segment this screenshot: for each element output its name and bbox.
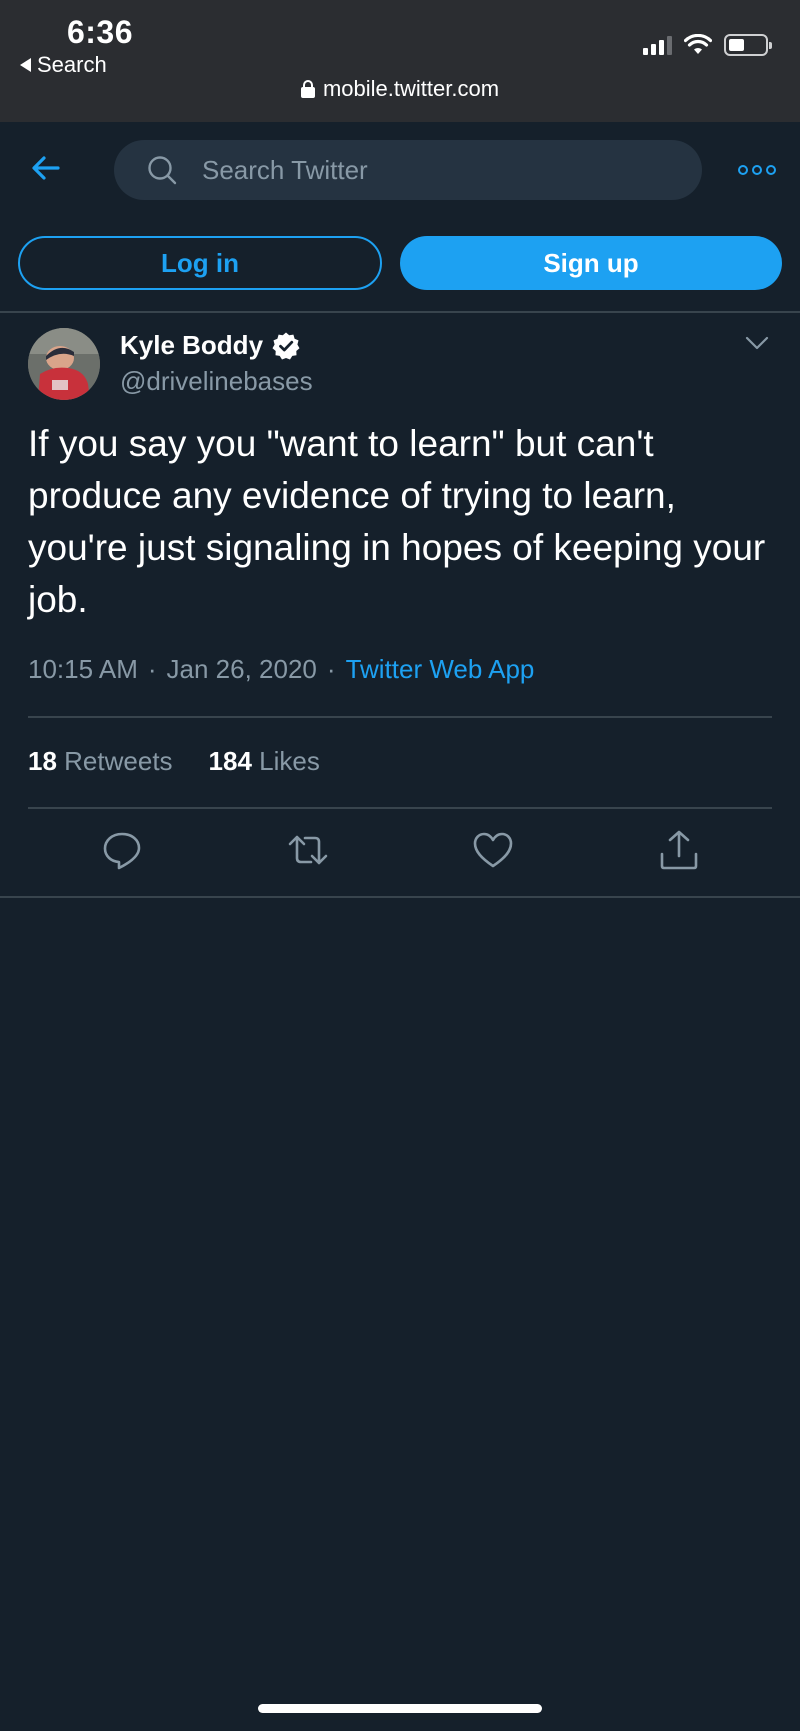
status-time: 6:36	[66, 14, 134, 50]
tweet-stats: 18 Retweets 184 Likes	[28, 746, 320, 777]
tweet-actions	[0, 828, 800, 878]
likes-stat[interactable]: 184 Likes	[209, 746, 320, 777]
status-bar: 6:36 Search mobile.twitter.com	[0, 0, 800, 122]
retweets-label: Retweets	[64, 746, 173, 776]
tweet-date[interactable]: Jan 26, 2020	[167, 654, 317, 685]
tweet-text: If you say you "want to learn" but can't…	[28, 423, 766, 620]
reply-icon[interactable]	[100, 828, 144, 872]
author-name-text: Kyle Boddy	[120, 330, 264, 360]
more-icon[interactable]	[738, 160, 778, 180]
likes-label: Likes	[259, 746, 320, 776]
chevron-down-icon[interactable]	[744, 330, 770, 356]
tweet-time[interactable]: 10:15 AM	[28, 654, 138, 685]
back-triangle-icon	[20, 58, 31, 72]
retweet-icon[interactable]	[286, 828, 330, 872]
meta-separator: ·	[326, 654, 336, 684]
wifi-icon	[684, 34, 712, 54]
stats-bottom-divider	[28, 807, 772, 809]
share-icon[interactable]	[657, 828, 701, 872]
lock-icon	[300, 80, 315, 98]
verified-badge-icon	[272, 332, 300, 359]
home-indicator[interactable]	[258, 1704, 542, 1713]
twitter-header: Log in Sign up	[0, 122, 800, 312]
header-divider	[0, 311, 800, 313]
author-handle[interactable]: @drivelinebases	[120, 366, 313, 397]
login-button[interactable]: Log in	[18, 236, 382, 290]
search-icon	[148, 156, 177, 185]
search-input[interactable]	[202, 154, 622, 186]
retweets-count: 18	[28, 746, 57, 776]
battery-icon	[724, 34, 772, 56]
search-box[interactable]	[114, 140, 702, 200]
stats-top-divider	[28, 716, 772, 718]
meta-separator: ·	[147, 654, 157, 684]
back-app-label: Search	[37, 52, 107, 77]
url-bar[interactable]: mobile.twitter.com	[0, 76, 800, 102]
cellular-signal-icon	[643, 35, 672, 55]
heart-icon[interactable]	[471, 828, 515, 872]
url-text: mobile.twitter.com	[322, 76, 500, 101]
signup-button[interactable]: Sign up	[400, 236, 782, 290]
arrow-left-icon[interactable]	[28, 150, 64, 186]
avatar-image	[28, 328, 100, 400]
author-name[interactable]: Kyle Boddy	[120, 330, 301, 361]
tweet-source[interactable]: Twitter Web App	[346, 654, 535, 685]
likes-count: 184	[208, 746, 252, 776]
status-icons	[643, 34, 772, 56]
avatar[interactable]	[28, 328, 100, 400]
tweet-meta: 10:15 AM · Jan 26, 2020 · Twitter Web Ap…	[28, 654, 534, 685]
tweet-bottom-divider	[0, 896, 800, 898]
back-to-app[interactable]: Search	[20, 52, 107, 78]
retweets-stat[interactable]: 18 Retweets	[28, 746, 173, 777]
